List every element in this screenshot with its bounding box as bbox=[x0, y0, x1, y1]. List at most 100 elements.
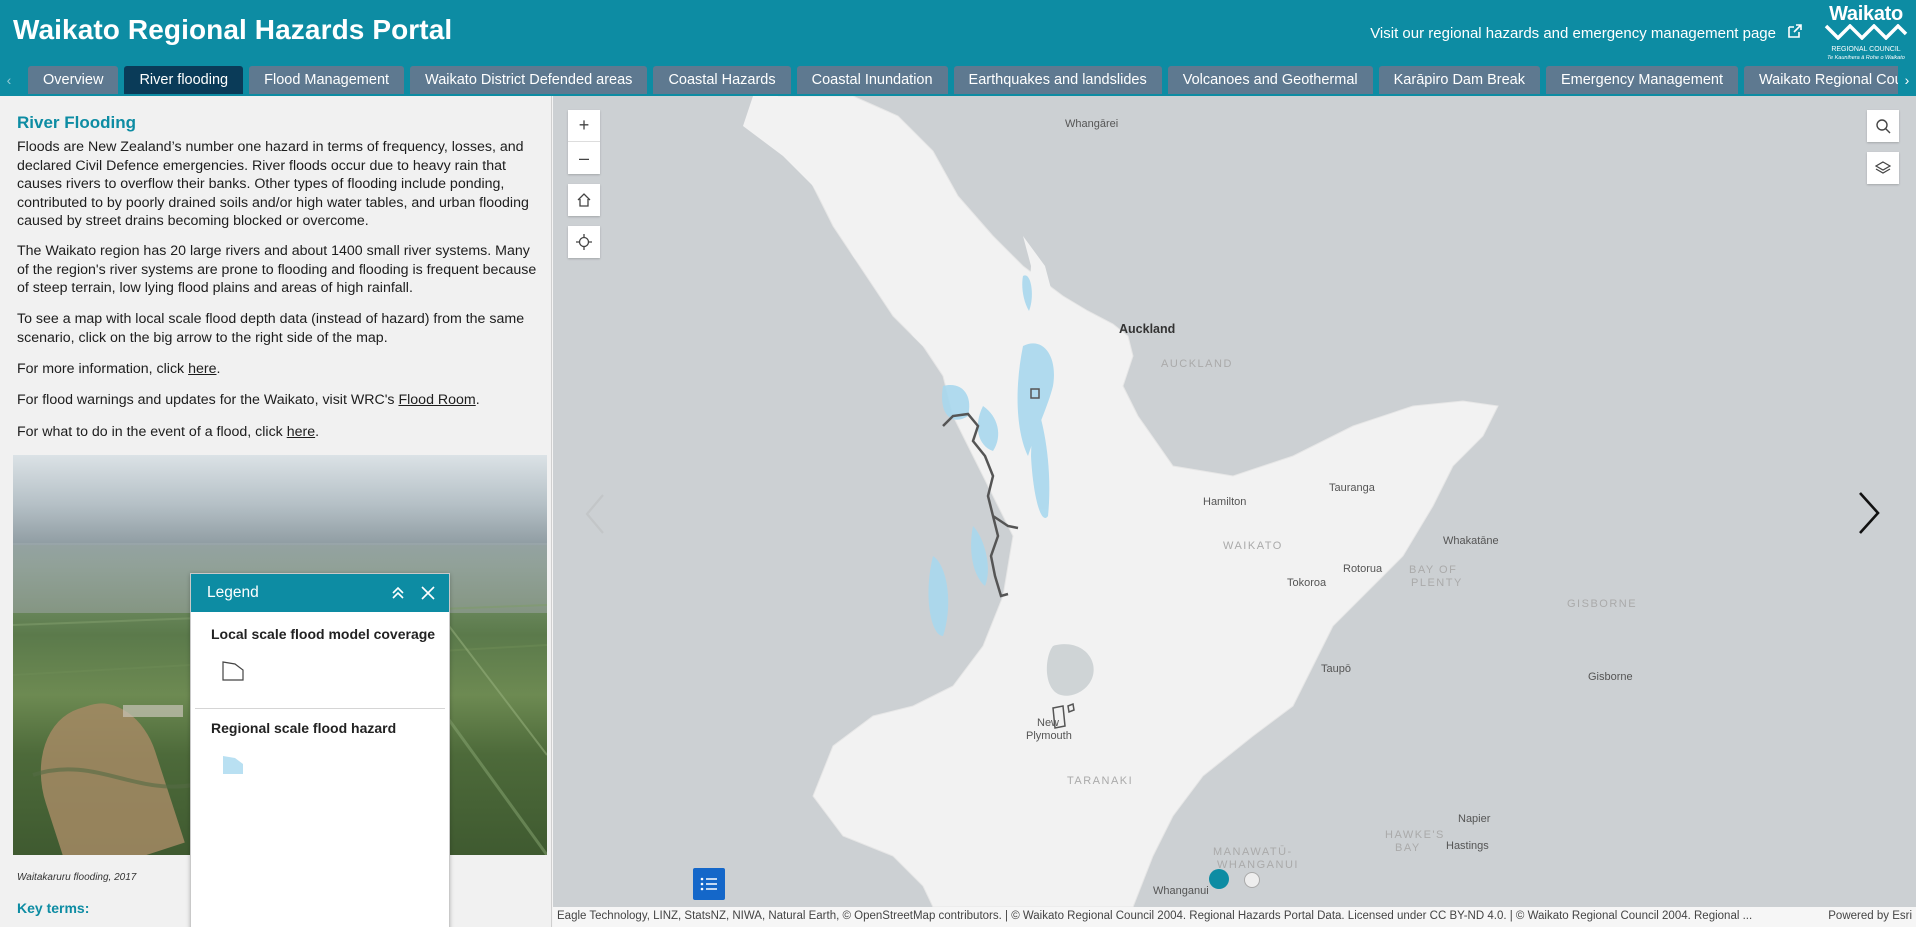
tab-flood-management[interactable]: Flood Management bbox=[249, 66, 405, 94]
locate-button[interactable] bbox=[568, 226, 600, 258]
map-label-hastings: Hastings bbox=[1446, 840, 1489, 852]
map-label-whangarei: Whangārei bbox=[1065, 118, 1119, 130]
map-label-gisborne-region: GISBORNE bbox=[1567, 598, 1638, 610]
tab-defended-areas[interactable]: Waikato District Defended areas bbox=[410, 66, 648, 94]
map-label-tokoroa: Tokoroa bbox=[1287, 577, 1327, 589]
map-label-tauranga: Tauranga bbox=[1329, 482, 1375, 494]
tab-overview[interactable]: Overview bbox=[28, 66, 119, 94]
waikato-regional-council-logo[interactable]: Waikato REGIONAL COUNCIL Te Kaunihera ā … bbox=[1824, 3, 1908, 61]
legend-swatch-local-coverage-icon bbox=[222, 661, 244, 681]
logo-subtitle-maori: Te Kaunihera ā Rohe o Waikato bbox=[1827, 55, 1905, 61]
map-label-new-plymouth-2: Plymouth bbox=[1026, 730, 1072, 742]
legend-toggle-button[interactable] bbox=[693, 868, 725, 900]
paragraph-intro: Floods are New Zealand’s number one haza… bbox=[17, 139, 529, 229]
map-label-taupo: Taupō bbox=[1321, 663, 1351, 675]
map-page-dot[interactable] bbox=[1244, 872, 1260, 888]
plus-icon: + bbox=[578, 115, 590, 135]
logo-subtitle: REGIONAL COUNCIL bbox=[1831, 46, 1901, 53]
map-label-auckland-region: AUCKLAND bbox=[1161, 358, 1233, 370]
tab-earthquakes[interactable]: Earthquakes and landslides bbox=[953, 66, 1162, 94]
key-terms-heading: Key terms: bbox=[17, 900, 90, 916]
tab-bar: ‹ Overview River flooding Flood Manageme… bbox=[0, 64, 1916, 96]
map-label-whakatane: Whakatāne bbox=[1443, 535, 1499, 547]
what-to-do-link[interactable]: here bbox=[287, 424, 315, 440]
legend-header: Legend bbox=[191, 574, 449, 612]
map-view[interactable]: Whangārei Auckland AUCKLAND Hamilton WAI… bbox=[553, 96, 1916, 907]
map-label-waikato-region: WAIKATO bbox=[1223, 540, 1283, 552]
list-icon bbox=[700, 877, 717, 891]
powered-by-esri[interactable]: Powered by Esri bbox=[1828, 910, 1912, 922]
map-label-auckland: Auckland bbox=[1119, 322, 1176, 336]
map-label-taranaki: TARANAKI bbox=[1067, 775, 1134, 787]
legend-divider bbox=[195, 708, 445, 709]
layers-button[interactable] bbox=[1867, 152, 1899, 184]
paragraph-local-scale: To see a map with local scale flood dept… bbox=[17, 311, 525, 346]
attribution-text[interactable]: Eagle Technology, LINZ, StatsNZ, NIWA, N… bbox=[557, 910, 1807, 922]
layers-icon bbox=[1875, 161, 1891, 174]
map-label-manawatu-1: MANAWATŪ- bbox=[1213, 846, 1293, 858]
paragraph-flood-warnings: For flood warnings and updates for the W… bbox=[17, 391, 537, 410]
previous-map-arrow-icon[interactable] bbox=[583, 492, 607, 536]
home-button[interactable] bbox=[568, 184, 600, 216]
map-label-hawkes-bay-2: BAY bbox=[1395, 842, 1421, 854]
tab-dam-break[interactable]: Karāpiro Dam Break bbox=[1378, 66, 1540, 94]
map-attribution: Eagle Technology, LINZ, StatsNZ, NIWA, N… bbox=[553, 907, 1916, 927]
visit-hazards-link[interactable]: Visit our regional hazards and emergency… bbox=[1370, 25, 1776, 42]
logo-word: Waikato bbox=[1829, 3, 1903, 25]
home-icon bbox=[577, 193, 591, 207]
tab-volcanoes[interactable]: Volcanoes and Geothermal bbox=[1167, 66, 1373, 94]
map-label-bay-of-plenty-1: BAY OF bbox=[1409, 564, 1458, 576]
flood-warnings-prefix: For flood warnings and updates for the W… bbox=[17, 392, 399, 408]
zoom-controls: + – bbox=[568, 110, 600, 174]
tab-scroll-right-icon[interactable]: › bbox=[1898, 64, 1916, 96]
close-icon[interactable] bbox=[419, 584, 437, 602]
zoom-in-button[interactable]: + bbox=[568, 110, 600, 142]
legend-item-regional-hazard-label: Regional scale flood hazard bbox=[211, 720, 397, 736]
map-label-new-plymouth-1: New bbox=[1037, 717, 1060, 729]
map-label-rotorua: Rotorua bbox=[1343, 563, 1383, 575]
paragraph-rivers: The Waikato region has 20 large rivers a… bbox=[17, 243, 537, 296]
map-label-napier: Napier bbox=[1458, 813, 1491, 825]
legend-item-local-coverage-label: Local scale flood model coverage bbox=[211, 626, 436, 642]
collapse-icon[interactable] bbox=[389, 584, 407, 602]
map-label-manawatu-2: WHANGANUI bbox=[1217, 859, 1299, 871]
tab-river-flooding[interactable]: River flooding bbox=[124, 66, 244, 94]
map-label-bay-of-plenty-2: PLENTY bbox=[1411, 577, 1463, 589]
map-label-whanganui: Whanganui bbox=[1153, 885, 1209, 897]
app-title: Waikato Regional Hazards Portal bbox=[13, 14, 453, 45]
what-to-do-prefix: For what to do in the event of a flood, … bbox=[17, 424, 287, 440]
what-to-do-suffix: . bbox=[315, 424, 320, 440]
external-link-icon[interactable] bbox=[1786, 22, 1804, 40]
photo-caption: Waitakaruru flooding, 2017 bbox=[17, 872, 137, 883]
tab-waikato-regional-council[interactable]: Waikato Regional Cou bbox=[1743, 66, 1916, 94]
legend-swatch-regional-hazard-icon bbox=[223, 756, 243, 774]
search-icon bbox=[1876, 119, 1891, 134]
story-sidebar[interactable]: River Flooding Floods are New Zealand’s … bbox=[0, 96, 552, 927]
tab-emergency-management[interactable]: Emergency Management bbox=[1545, 66, 1738, 94]
search-button[interactable] bbox=[1867, 110, 1899, 142]
locate-icon bbox=[576, 234, 592, 250]
map-label-gisborne: Gisborne bbox=[1588, 671, 1633, 683]
map-page-dot-active[interactable] bbox=[1209, 869, 1229, 889]
more-info-link[interactable]: here bbox=[188, 361, 216, 377]
paragraph-more-info: For more information, click here. bbox=[17, 360, 537, 379]
tab-scroll-left-icon[interactable]: ‹ bbox=[0, 64, 18, 96]
flood-warnings-suffix: . bbox=[475, 392, 480, 408]
minus-icon: – bbox=[578, 147, 589, 168]
flood-room-link[interactable]: Flood Room bbox=[398, 392, 475, 408]
logo-wave-icon bbox=[1824, 23, 1908, 41]
map-label-hamilton: Hamilton bbox=[1203, 496, 1247, 508]
more-info-prefix: For more information, click bbox=[17, 361, 189, 377]
tab-list: Overview River flooding Flood Management… bbox=[28, 66, 1916, 94]
next-map-arrow-icon[interactable] bbox=[1854, 490, 1884, 536]
legend-panel[interactable]: Legend Local scale flood model coverage … bbox=[190, 573, 450, 927]
map-label-hawkes-bay-1: HAWKE'S bbox=[1385, 829, 1445, 841]
section-title: River Flooding bbox=[17, 113, 136, 132]
paragraph-what-to-do: For what to do in the event of a flood, … bbox=[17, 423, 537, 442]
app-header: Waikato Regional Hazards Portal Visit ou… bbox=[0, 0, 1916, 64]
tab-coastal-inundation[interactable]: Coastal Inundation bbox=[796, 66, 948, 94]
legend-title: Legend bbox=[207, 584, 259, 601]
zoom-out-button[interactable]: – bbox=[568, 142, 600, 174]
north-island-land bbox=[777, 96, 1499, 907]
tab-coastal-hazards[interactable]: Coastal Hazards bbox=[653, 66, 791, 94]
